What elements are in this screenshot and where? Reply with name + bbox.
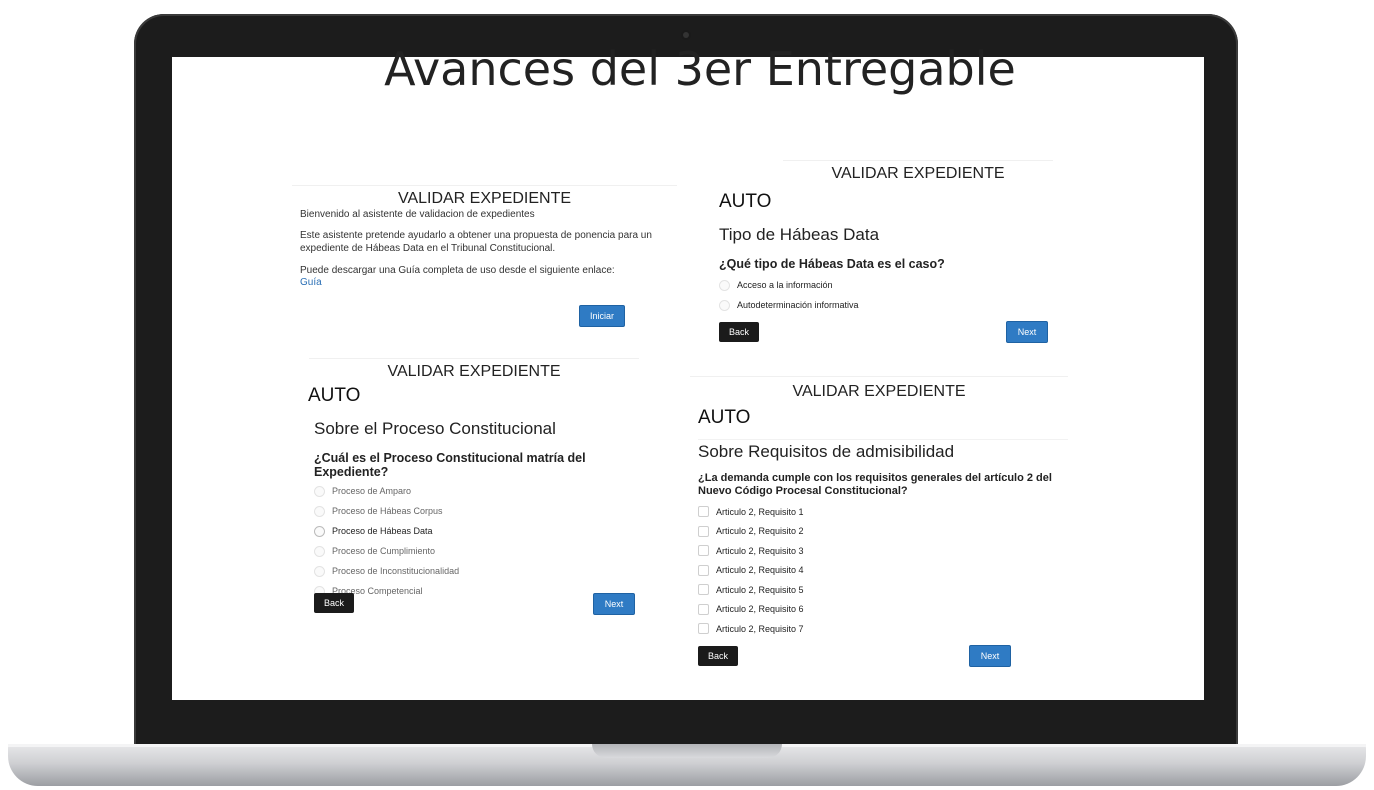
checkbox-icon[interactable] [698,564,709,576]
option-label: Articulo 2, Requisito 6 [716,604,804,615]
section-subtitle: Sobre Requisitos de admisibilidad [698,439,1068,462]
guide-link[interactable]: Guía [300,277,677,288]
checkbox-icon[interactable] [698,603,709,615]
checkbox-icon[interactable] [698,584,709,596]
option-label: Articulo 2, Requisito 2 [716,526,804,537]
option-label: Articulo 2, Requisito 1 [716,506,804,517]
intro-text: Este asistente pretende ayudarlo a obten… [300,230,652,254]
requirements-panel: VALIDAR EXPEDIENTE AUTO Sobre Requisitos… [690,376,1068,668]
option-label: Articulo 2, Requisito 4 [716,565,804,576]
panel-title: VALIDAR EXPEDIENTE [783,160,1053,183]
welcome-text: Bienvenido al asistente de validacion de… [300,209,535,220]
process-panel: VALIDAR EXPEDIENTE AUTO Sobre el Proceso… [304,358,649,618]
checkbox-item[interactable]: Articulo 2, Requisito 4 [698,561,1068,581]
checkbox-icon[interactable] [698,623,709,635]
option-label: Articulo 2, Requisito 7 [716,623,804,634]
welcome-panel: VALIDAR EXPEDIENTE Bienvenido al asisten… [292,185,677,335]
auto-heading: AUTO [698,407,751,428]
option-autodeterminacion[interactable]: Autodeterminación informativa [719,295,1053,315]
checkbox-item[interactable]: Articulo 2, Requisito 2 [698,522,1068,542]
section-subtitle: Sobre el Proceso Constitucional [314,419,556,438]
checkbox-icon[interactable] [698,506,709,518]
option-label: Proceso de Hábeas Corpus [332,506,443,516]
back-button[interactable]: Back [314,593,354,613]
next-button[interactable]: Next [593,593,635,615]
option-amparo[interactable]: Proceso de Amparo [314,481,649,501]
option-label: Proceso de Amparo [332,486,412,496]
option-label: Proceso de Hábeas Data [332,526,433,536]
panel-title: VALIDAR EXPEDIENTE [690,376,1068,401]
back-button[interactable]: Back [698,646,738,666]
checkbox-item[interactable]: Articulo 2, Requisito 1 [698,502,1068,522]
slide-title: Avances del 3er Entregable [384,42,1016,96]
habeas-type-panel: VALIDAR EXPEDIENTE AUTO Tipo de Hábeas D… [703,160,1053,350]
option-label: Proceso de Inconstitucionalidad [332,566,460,576]
checkbox-item[interactable]: Articulo 2, Requisito 3 [698,541,1068,561]
option-label: Autodeterminación informativa [737,300,859,310]
radio-icon[interactable] [314,545,325,557]
question-text: ¿Cuál es el Proceso Constitucional matrí… [314,451,586,479]
camera-icon [683,32,689,38]
radio-icon[interactable] [314,565,325,577]
option-cumplimiento[interactable]: Proceso de Cumplimiento [314,541,649,561]
panel-title: VALIDAR EXPEDIENTE [292,185,677,208]
checkbox-item[interactable]: Articulo 2, Requisito 7 [698,619,1068,639]
radio-icon[interactable] [314,485,325,497]
option-habeas-data[interactable]: Proceso de Hábeas Data [314,521,649,541]
checkbox-item[interactable]: Articulo 2, Requisito 6 [698,600,1068,620]
option-acceso[interactable]: Acceso a la información [719,275,1053,295]
option-label: Articulo 2, Requisito 3 [716,545,804,556]
radio-icon[interactable] [719,299,730,311]
next-button[interactable]: Next [969,645,1011,667]
question-text: ¿Qué tipo de Hábeas Data es el caso? [719,257,945,271]
option-label: Acceso a la información [737,280,833,290]
checkbox-item[interactable]: Articulo 2, Requisito 5 [698,580,1068,600]
checkbox-icon[interactable] [698,525,709,537]
question-text: ¿La demanda cumple con los requisitos ge… [698,472,1052,497]
panel-title: VALIDAR EXPEDIENTE [309,358,639,381]
laptop-notch [592,744,782,758]
radio-icon[interactable] [314,525,325,537]
download-text: Puede descargar una Guía completa de uso… [300,265,615,276]
next-button[interactable]: Next [1006,321,1048,343]
auto-heading: AUTO [308,385,361,406]
back-button[interactable]: Back [719,322,759,342]
radio-icon[interactable] [314,505,325,517]
radio-icon[interactable] [719,279,730,291]
option-label: Articulo 2, Requisito 5 [716,584,804,595]
checkbox-icon[interactable] [698,545,709,557]
option-habeas-corpus[interactable]: Proceso de Hábeas Corpus [314,501,649,521]
option-label: Proceso de Cumplimiento [332,546,436,556]
start-button[interactable]: Iniciar [579,305,625,327]
option-inconstitucionalidad[interactable]: Proceso de Inconstitucionalidad [314,561,649,581]
auto-heading: AUTO [719,191,772,212]
section-subtitle: Tipo de Hábeas Data [719,225,880,244]
